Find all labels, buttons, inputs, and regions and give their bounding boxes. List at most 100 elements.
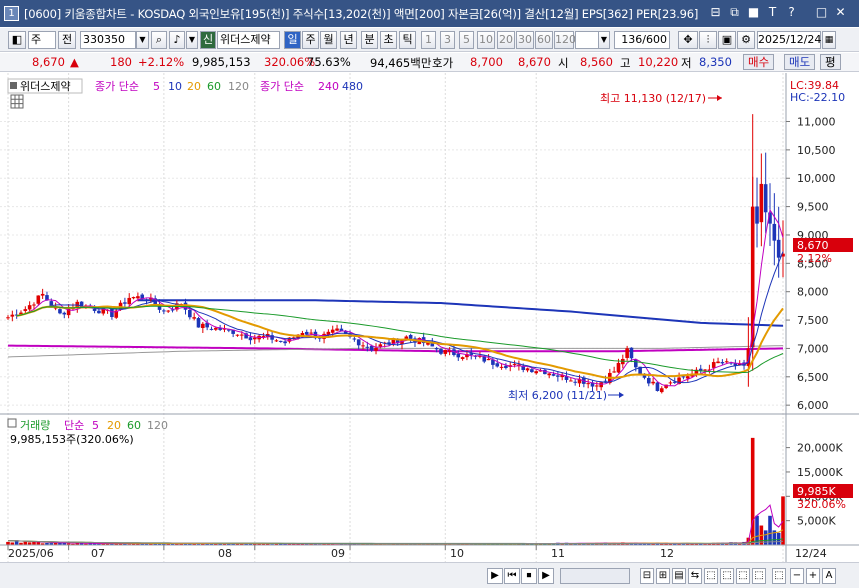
turnover-rate: 75.63% [307,55,351,69]
layout-icon[interactable]: ◧ [8,31,26,49]
tile-icon[interactable]: ⊟ [708,5,723,20]
candle-body [361,345,365,347]
toolbar-icon-1[interactable]: ⊟ [640,568,654,584]
ma120-legend: 120 [228,80,249,93]
search-icon[interactable]: ⌕ [151,31,167,49]
vol-ma60-legend: 60 [127,419,141,432]
grid-table-icon[interactable] [10,94,24,109]
candle-body [659,388,664,393]
zoom-out-button[interactable]: − [790,568,804,584]
crosshair-icon[interactable]: ✥ [678,31,698,49]
step-20[interactable]: 20 [497,31,515,49]
tab-month[interactable]: 월 [320,31,337,49]
toolbar-icon-2[interactable]: ⊞ [656,568,670,584]
candle-body [58,309,62,314]
candle-body [776,239,781,258]
speaker-icon[interactable]: ♪ [169,31,185,49]
high-price: 10,220 [638,55,679,69]
candle-body [573,381,577,383]
maximize-icon[interactable]: □ [814,5,829,20]
candle-body [27,305,32,310]
toolbar-icon-8[interactable]: ⬚ [752,568,766,584]
count-input[interactable]: 136/600 [614,31,670,49]
calendar-icon[interactable]: ▦ [822,31,836,49]
toolbar-icon-5[interactable]: ⬚ [704,568,718,584]
toolbar-icon-3[interactable]: ▤ [672,568,686,584]
eval-button[interactable]: 평 [820,54,841,70]
price-tick-label: 6,500 [797,371,829,384]
tab-week[interactable]: 주 [302,31,319,49]
period-select[interactable]: 주 [28,31,56,49]
toolbar-icon-4[interactable]: ⇆ [688,568,702,584]
vol-ma20-legend: 20 [107,419,121,432]
save-icon[interactable]: ▣ [718,31,736,49]
volume-tag-text: 9,985K [797,485,836,498]
pin-icon[interactable]: ■ [746,5,761,20]
tab-year[interactable]: 년 [340,31,357,49]
close-icon[interactable]: ✕ [833,5,848,20]
window-controls: ⊟ ⧉ ■ T ? [708,5,799,20]
candle-body [239,334,244,336]
candle-body [374,347,378,351]
help-icon[interactable]: ? [784,5,799,20]
candle-body [724,361,729,363]
zoom-in-button[interactable]: + [806,568,820,584]
scroll-right-button[interactable]: ▶ [487,568,503,584]
candle-body [330,329,335,333]
candle-body [162,310,166,312]
toolbar-icon-7[interactable]: ⬚ [736,568,750,584]
auto-fit-button[interactable]: A [822,568,836,584]
price-change: 180 [110,55,132,69]
candle-body [123,302,127,304]
tab-day[interactable]: 일 [284,31,301,49]
date-input[interactable]: 2025/12/24 [757,31,821,49]
candle-body [274,340,279,342]
candle-body [763,184,768,213]
tab-second[interactable]: 초 [380,31,397,49]
toolbar-icon-6[interactable]: ⬚ [720,568,734,584]
candle-body [192,317,196,319]
play-button[interactable]: ▶ [538,568,554,584]
restore-icon[interactable]: ⧉ [727,5,742,20]
candle-body [434,348,439,350]
step-120[interactable]: 120 [554,31,576,49]
first-page-button[interactable]: ⏮ [504,568,520,584]
step-3[interactable]: 3 [440,31,455,49]
high-label: 고 [620,56,631,70]
tab-tick[interactable]: 틱 [399,31,416,49]
step-10[interactable]: 10 [477,31,495,49]
settings-icon[interactable]: ⚙ [737,31,755,49]
candle-body [356,339,361,346]
candle-body [646,378,651,384]
speaker-dropdown-icon[interactable]: ▼ [186,31,198,49]
window-number: 1 [4,6,19,21]
date-tick-label: 2025/06 [8,547,54,560]
toolbar-icon-9[interactable]: ⬚ [772,568,786,584]
ma20-legend: 20 [187,80,201,93]
high-annotation: 최고 11,130 (12/17) [600,92,706,105]
range-slider[interactable] [560,568,630,584]
stop-button[interactable]: ⏹ [521,568,537,584]
font-icon[interactable]: T [765,5,780,20]
step-30[interactable]: 30 [516,31,534,49]
candle-body [772,223,777,241]
step-1[interactable]: 1 [421,31,436,49]
ma5-legend: 5 [153,80,160,93]
buy-button[interactable]: 매수 [743,54,775,70]
candle-body [62,312,67,315]
step-60[interactable]: 60 [535,31,553,49]
sell-button[interactable]: 매도 [784,54,816,70]
tab-minute[interactable]: 분 [361,31,378,49]
candle-body [456,353,461,358]
chart-area[interactable]: 11,00010,50010,0009,5009,0008,5008,0007,… [0,73,859,588]
candle-body [525,368,530,371]
step-5[interactable]: 5 [459,31,474,49]
custom-step-dropdown-icon[interactable]: ▼ [598,31,610,49]
adjust-toggle[interactable]: 전 [58,31,76,49]
code-input[interactable]: 330350 [80,31,136,49]
candle-body [136,296,140,299]
hoga-label: 호가 [432,56,454,70]
chart-type-icon[interactable]: ⫶ [699,31,717,49]
code-dropdown-icon[interactable]: ▼ [136,31,149,49]
stock-name: 위더스제약 [217,31,280,49]
